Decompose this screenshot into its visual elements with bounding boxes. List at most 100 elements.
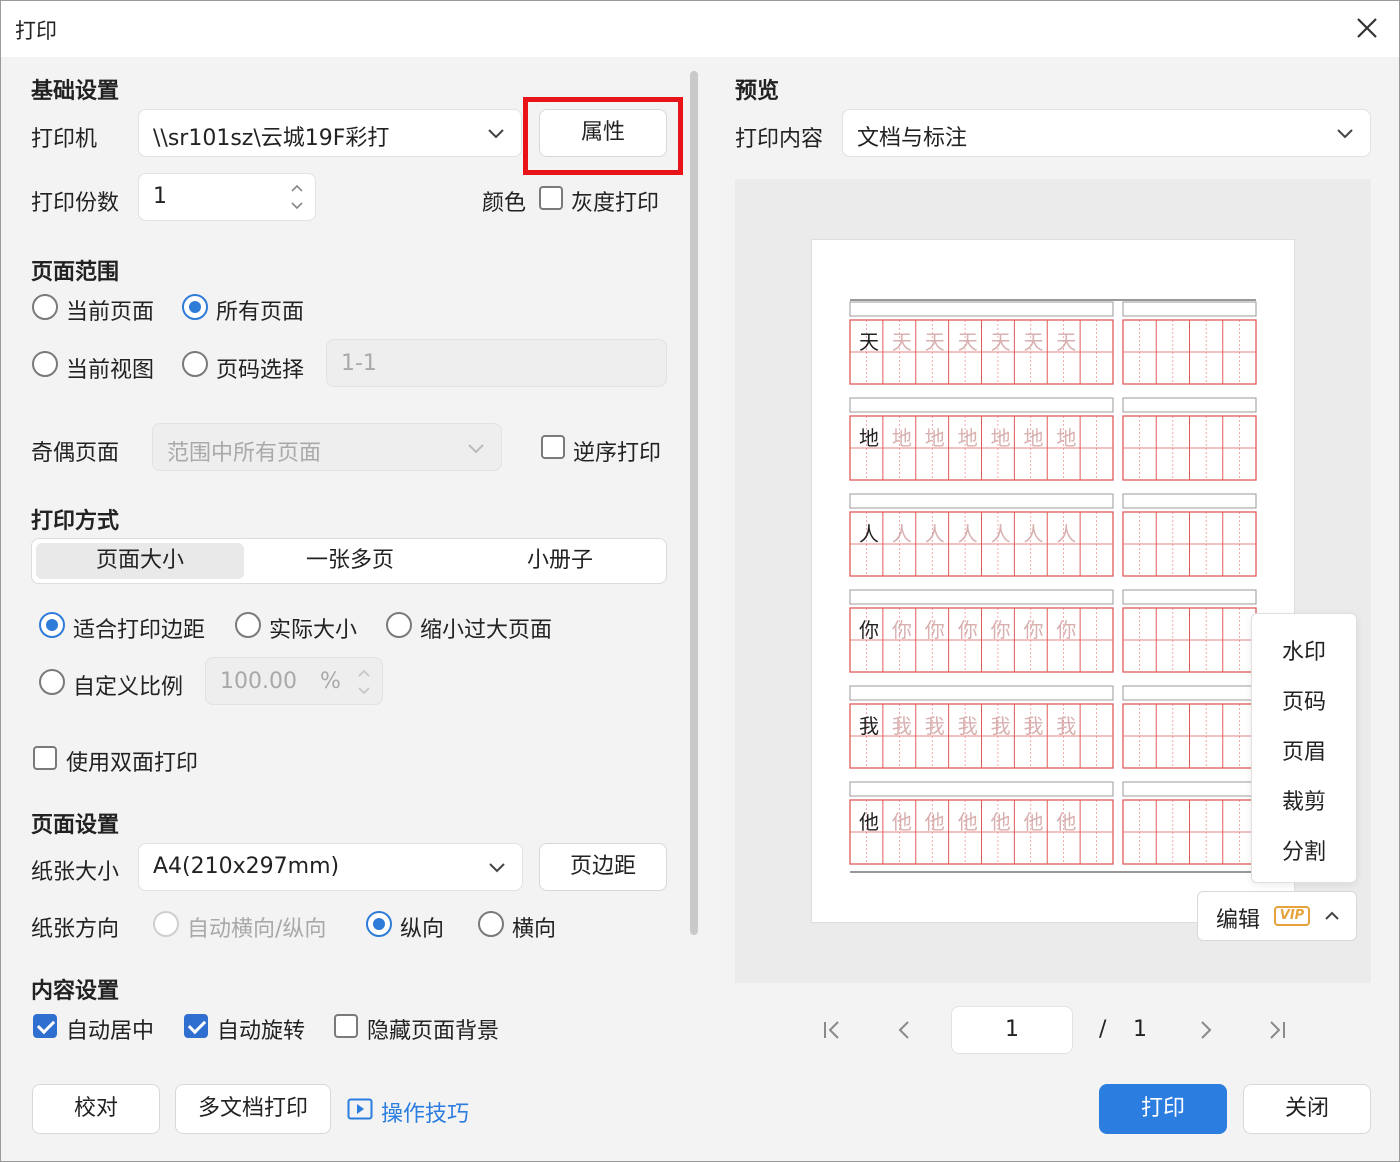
worksheet-trace-character: 我 xyxy=(925,714,945,738)
worksheet-character: 他 xyxy=(859,810,879,834)
worksheet-character: 人 xyxy=(859,522,879,546)
edit-button-label: 编辑 xyxy=(1216,908,1261,933)
worksheet-trace-character: 人 xyxy=(892,522,912,546)
menu-item-page-number[interactable]: 页码 xyxy=(1282,684,1326,716)
worksheet-trace-character: 天 xyxy=(1056,330,1076,354)
page-setup-title: 页面设置 xyxy=(31,813,120,838)
content-settings-title: 内容设置 xyxy=(31,979,120,1004)
worksheet-trace-character: 地 xyxy=(991,426,1011,450)
chevron-down-icon xyxy=(468,444,484,454)
close-button[interactable]: 关闭 xyxy=(1243,1084,1371,1134)
worksheet-row-header xyxy=(1122,685,1257,701)
current-view-radio[interactable] xyxy=(32,351,58,377)
auto-rotate-checkbox[interactable] xyxy=(184,1014,208,1038)
copies-label: 打印份数 xyxy=(31,191,120,216)
actual-size-label: 实际大小 xyxy=(269,618,358,643)
landscape-radio[interactable] xyxy=(478,911,504,937)
worksheet-trace-character: 人 xyxy=(1056,522,1076,546)
properties-button[interactable]: 属性 xyxy=(539,109,667,157)
portrait-label: 纵向 xyxy=(400,917,445,942)
current-page-radio[interactable] xyxy=(32,294,58,320)
printer-select[interactable]: \\sr101sz\云城19F彩打 xyxy=(138,109,522,157)
menu-item-watermark[interactable]: 水印 xyxy=(1282,634,1326,666)
worksheet-row-header xyxy=(849,301,1114,317)
auto-center-checkbox[interactable] xyxy=(33,1014,57,1038)
previous-page-icon[interactable] xyxy=(894,1019,916,1041)
print-method-tabs: 页面大小 一张多页 小册子 xyxy=(31,538,667,584)
print-button[interactable]: 打印 xyxy=(1099,1084,1227,1134)
worksheet-trace-character: 你 xyxy=(1056,618,1076,642)
close-icon[interactable] xyxy=(1351,11,1383,45)
worksheet-row-header xyxy=(849,685,1114,701)
worksheet-trace-character: 天 xyxy=(925,330,945,354)
preview-title: 预览 xyxy=(735,79,780,104)
hide-background-checkbox[interactable] xyxy=(334,1014,358,1038)
multi-doc-print-button[interactable]: 多文档打印 xyxy=(175,1084,331,1134)
reverse-print-checkbox[interactable] xyxy=(541,435,565,459)
worksheet-trace-character: 天 xyxy=(892,330,912,354)
custom-scale-radio[interactable] xyxy=(39,669,65,695)
worksheet-row-header xyxy=(849,781,1114,797)
scale-stepper[interactable]: 100.00 % xyxy=(205,657,383,705)
worksheet-trace-character: 你 xyxy=(958,618,978,642)
edit-button[interactable]: 编辑 VIP xyxy=(1197,891,1357,941)
odd-even-label: 奇偶页面 xyxy=(31,441,120,466)
worksheet-trace-character: 我 xyxy=(1024,714,1044,738)
stepper-arrows-icon[interactable] xyxy=(289,182,305,212)
print-content-select[interactable]: 文档与标注 xyxy=(842,109,1371,157)
worksheet-row-header xyxy=(1122,397,1257,413)
settings-scrollbar[interactable] xyxy=(690,71,698,935)
proof-button[interactable]: 校对 xyxy=(32,1084,160,1134)
all-pages-radio[interactable] xyxy=(182,294,208,320)
grayscale-label: 灰度打印 xyxy=(571,191,660,216)
preview-page: 天天天天天天天地地地地地地地人人人人人人人你你你你你你你我我我我我我我他他他他他… xyxy=(811,239,1295,923)
next-page-icon[interactable] xyxy=(1194,1019,1216,1041)
fit-margin-label: 适合打印边距 xyxy=(73,618,206,643)
paper-size-value: A4(210x297mm) xyxy=(153,854,340,879)
page-select-radio[interactable] xyxy=(182,351,208,377)
odd-even-select[interactable]: 范围中所有页面 xyxy=(152,423,502,471)
worksheet-trace-character: 人 xyxy=(1024,522,1044,546)
duplex-checkbox[interactable] xyxy=(33,746,57,770)
first-page-icon[interactable] xyxy=(821,1019,843,1041)
page-separator: / xyxy=(1099,1017,1107,1042)
copies-stepper[interactable]: 1 xyxy=(138,173,316,221)
fit-margin-radio[interactable] xyxy=(39,612,65,638)
auto-orientation-radio[interactable] xyxy=(153,911,179,937)
worksheet-row-header xyxy=(849,493,1114,509)
actual-size-radio[interactable] xyxy=(235,612,261,638)
print-content-label: 打印内容 xyxy=(735,127,824,152)
portrait-radio[interactable] xyxy=(366,911,392,937)
margins-button[interactable]: 页边距 xyxy=(539,843,667,891)
last-page-icon[interactable] xyxy=(1266,1019,1288,1041)
basic-settings-title: 基础设置 xyxy=(31,79,120,104)
dialog-title: 打印 xyxy=(15,19,57,43)
auto-orientation-label: 自动横向/纵向 xyxy=(187,917,327,942)
worksheet-character: 我 xyxy=(859,714,879,738)
tips-link-label: 操作技巧 xyxy=(381,1102,470,1127)
paper-size-label: 纸张大小 xyxy=(31,860,120,885)
worksheet-preview: 天天天天天天天地地地地地地地人人人人人人人你你你你你你你我我我我我我我他他他他他… xyxy=(849,299,1257,873)
tab-page-size[interactable]: 页面大小 xyxy=(36,543,244,579)
print-content-value: 文档与标注 xyxy=(857,126,968,151)
grayscale-checkbox[interactable] xyxy=(539,186,563,210)
page-select-input[interactable]: 1-1 xyxy=(326,339,667,387)
worksheet-row-header xyxy=(1122,781,1257,797)
paper-size-select[interactable]: A4(210x297mm) xyxy=(138,843,523,891)
orientation-label: 纸张方向 xyxy=(31,917,120,942)
shrink-large-radio[interactable] xyxy=(386,612,412,638)
menu-item-header[interactable]: 页眉 xyxy=(1282,734,1326,766)
stepper-arrows-icon[interactable] xyxy=(356,667,372,697)
tab-booklet[interactable]: 小册子 xyxy=(456,543,664,579)
odd-even-value: 范围中所有页面 xyxy=(167,441,322,466)
tab-multi-page[interactable]: 一张多页 xyxy=(246,543,454,579)
worksheet-trace-character: 地 xyxy=(958,426,978,450)
page-number-input[interactable]: 1 xyxy=(951,1006,1073,1054)
edit-menu: 水印 页码 页眉 裁剪 分割 xyxy=(1251,613,1357,883)
title-bar: 打印 xyxy=(1,1,1399,57)
menu-item-crop[interactable]: 裁剪 xyxy=(1282,784,1326,816)
auto-center-label: 自动居中 xyxy=(66,1019,155,1044)
menu-item-split[interactable]: 分割 xyxy=(1282,834,1326,866)
worksheet-trace-character: 地 xyxy=(1056,426,1076,450)
worksheet-character: 天 xyxy=(859,330,879,354)
